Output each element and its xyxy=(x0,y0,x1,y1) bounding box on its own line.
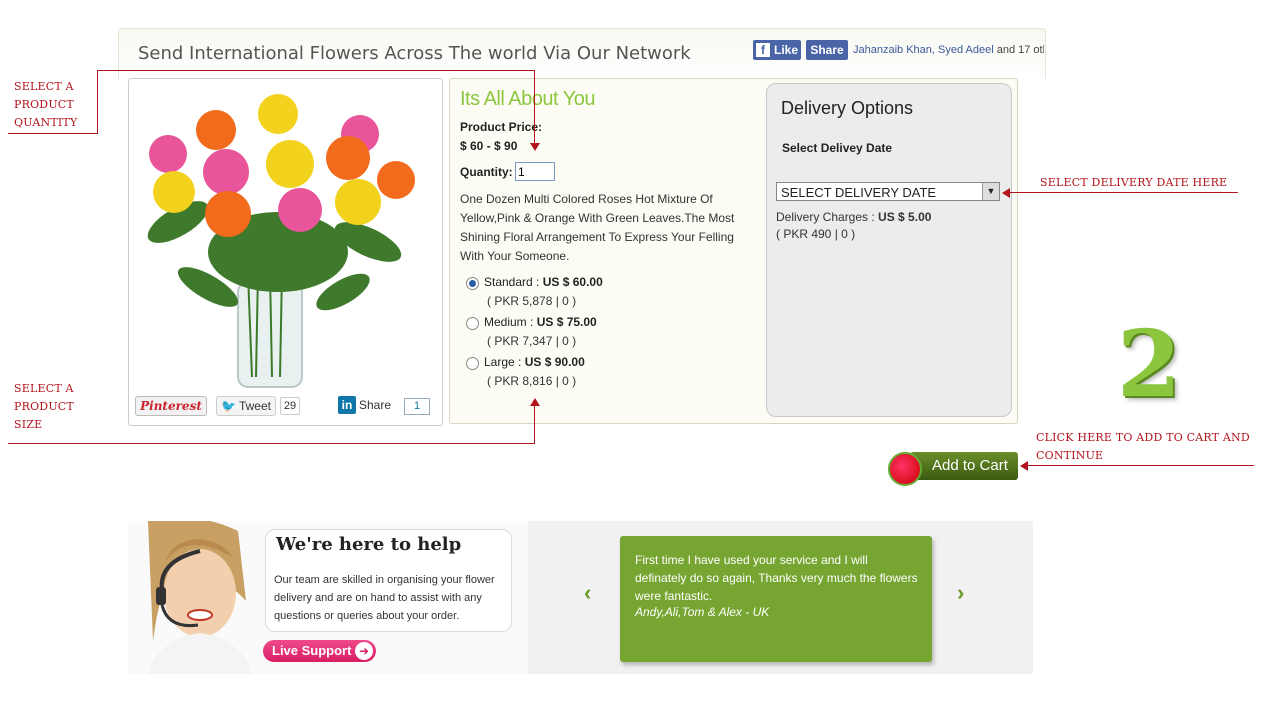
live-support-button[interactable]: Live Support ➜ xyxy=(263,640,376,662)
annotation-delivery-date: Select delivery date here xyxy=(1040,176,1228,189)
annotation-line: quantity xyxy=(14,116,78,129)
product-description: One Dozen Multi Colored Roses Hot Mixtur… xyxy=(460,192,735,263)
pinterest-button[interactable]: Pinterest xyxy=(135,396,207,416)
size-name: Standard : xyxy=(484,275,543,289)
testimonial-text: First time I have used your service and … xyxy=(635,553,918,603)
annotation-line: product xyxy=(14,400,74,413)
arrow-left-icon xyxy=(1002,188,1010,198)
size-pkr-large: ( PKR 8,816 | 0 ) xyxy=(487,374,577,388)
ornament-icon xyxy=(888,452,922,486)
twitter-icon: 🐦 xyxy=(221,399,236,413)
annotation-line: Click here to add to cart and xyxy=(1036,431,1250,444)
facebook-like-label: Like xyxy=(774,43,799,57)
facebook-friends-link[interactable]: Jahanzaib Khan, Syed Adeel xyxy=(853,44,994,56)
product-heading: Its All About You xyxy=(460,88,595,110)
facebook-icon: f xyxy=(756,43,770,57)
size-pkr-medium: ( PKR 7,347 | 0 ) xyxy=(487,334,577,348)
tweet-button[interactable]: 🐦 Tweet xyxy=(216,396,276,416)
size-price: US $ 75.00 xyxy=(536,315,597,329)
flower-bouquet-image xyxy=(147,94,415,388)
testimonial-author: Andy,Ali,Tom & Alex - UK xyxy=(635,605,770,619)
annotation-line: Select a xyxy=(14,382,74,395)
size-pkr-standard: ( PKR 5,878 | 0 ) xyxy=(487,294,577,308)
arrow-left-icon xyxy=(1020,461,1028,471)
size-radio-medium[interactable] xyxy=(466,317,479,330)
delivery-charges: Delivery Charges : US $ 5.00 xyxy=(776,210,931,224)
page-title: Send International Flowers Across The wo… xyxy=(138,43,691,64)
annotation-line: Select a xyxy=(14,80,74,93)
annotation-rule xyxy=(1008,192,1238,193)
annotation-line: continue xyxy=(1036,449,1104,462)
quantity-input[interactable] xyxy=(515,162,555,181)
size-option-standard[interactable]: Standard : US $ 60.00 xyxy=(484,275,603,289)
annotation-rule xyxy=(534,70,535,146)
size-price: US $ 90.00 xyxy=(524,355,585,369)
dropdown-arrow-icon[interactable]: ▼ xyxy=(982,183,999,200)
annotation-add-to-cart: Click here to add to cart and continue xyxy=(1036,429,1250,465)
annotation-rule xyxy=(8,133,98,134)
arrow-down-icon xyxy=(530,143,540,151)
linkedin-count: 1 xyxy=(404,398,430,415)
facebook-social-context: Jahanzaib Khan, Syed Adeel and 17 oth xyxy=(853,44,1044,56)
delivery-date-select[interactable]: SELECT DELIVERY DATE ▼ xyxy=(776,182,1000,201)
delivery-charges-label: Delivery Charges : xyxy=(776,210,879,224)
linkedin-share-button[interactable]: in Share xyxy=(338,396,398,414)
price-range: $ 60 - $ 90 xyxy=(460,139,518,153)
annotation-rule xyxy=(97,70,535,71)
quantity-label: Quantity: xyxy=(460,165,513,179)
delivery-charges-value: US $ 5.00 xyxy=(878,210,932,224)
annotation-rule xyxy=(1026,465,1254,466)
annotation-size: Select a product size xyxy=(14,380,74,434)
delivery-date-label: Select Delivey Date xyxy=(782,141,893,155)
delivery-title: Delivery Options xyxy=(781,98,914,118)
size-option-large[interactable]: Large : US $ 90.00 xyxy=(484,355,585,369)
support-agent-avatar xyxy=(148,521,252,674)
annotation-line: size xyxy=(14,418,43,431)
linkedin-icon: in xyxy=(338,396,356,414)
testimonial-next-button[interactable]: › xyxy=(957,580,964,606)
annotation-rule xyxy=(534,404,535,444)
facebook-like-button[interactable]: f Like xyxy=(753,40,801,60)
delivery-charges-pkr: ( PKR 490 | 0 ) xyxy=(776,227,856,241)
size-radio-standard[interactable] xyxy=(466,277,479,290)
facebook-share-button[interactable]: Share xyxy=(806,40,848,60)
arrow-right-icon: ➜ xyxy=(355,642,373,660)
arrow-up-icon xyxy=(530,398,540,406)
size-radio-large[interactable] xyxy=(466,357,479,370)
size-price: US $ 60.00 xyxy=(542,275,603,289)
annotation-rule xyxy=(8,443,535,444)
testimonial-prev-button[interactable]: ‹ xyxy=(584,580,591,606)
help-title: We're here to help xyxy=(276,534,462,555)
annotation-line: product xyxy=(14,98,74,111)
delivery-date-value: SELECT DELIVERY DATE xyxy=(781,185,937,200)
size-name: Medium : xyxy=(484,315,537,329)
facebook-social-suffix: and 17 oth xyxy=(993,44,1044,56)
add-to-cart-button[interactable]: Add to Cart xyxy=(888,450,1018,486)
linkedin-share-label: Share xyxy=(359,398,392,412)
step-number: 2 xyxy=(1117,310,1182,418)
annotation-quantity: Select a product quantity xyxy=(14,78,77,132)
tweet-count: 29 xyxy=(280,397,300,415)
price-label: Product Price: xyxy=(460,120,543,134)
add-to-cart-label: Add to Cart xyxy=(910,452,1018,480)
delivery-options-panel xyxy=(766,83,1012,417)
annotation-rule xyxy=(97,70,98,134)
help-text: Our team are skilled in organising your … xyxy=(274,574,495,622)
live-support-label: Live Support xyxy=(272,643,352,658)
size-option-medium[interactable]: Medium : US $ 75.00 xyxy=(484,315,597,329)
size-name: Large : xyxy=(484,355,525,369)
tweet-label: Tweet xyxy=(238,399,271,413)
